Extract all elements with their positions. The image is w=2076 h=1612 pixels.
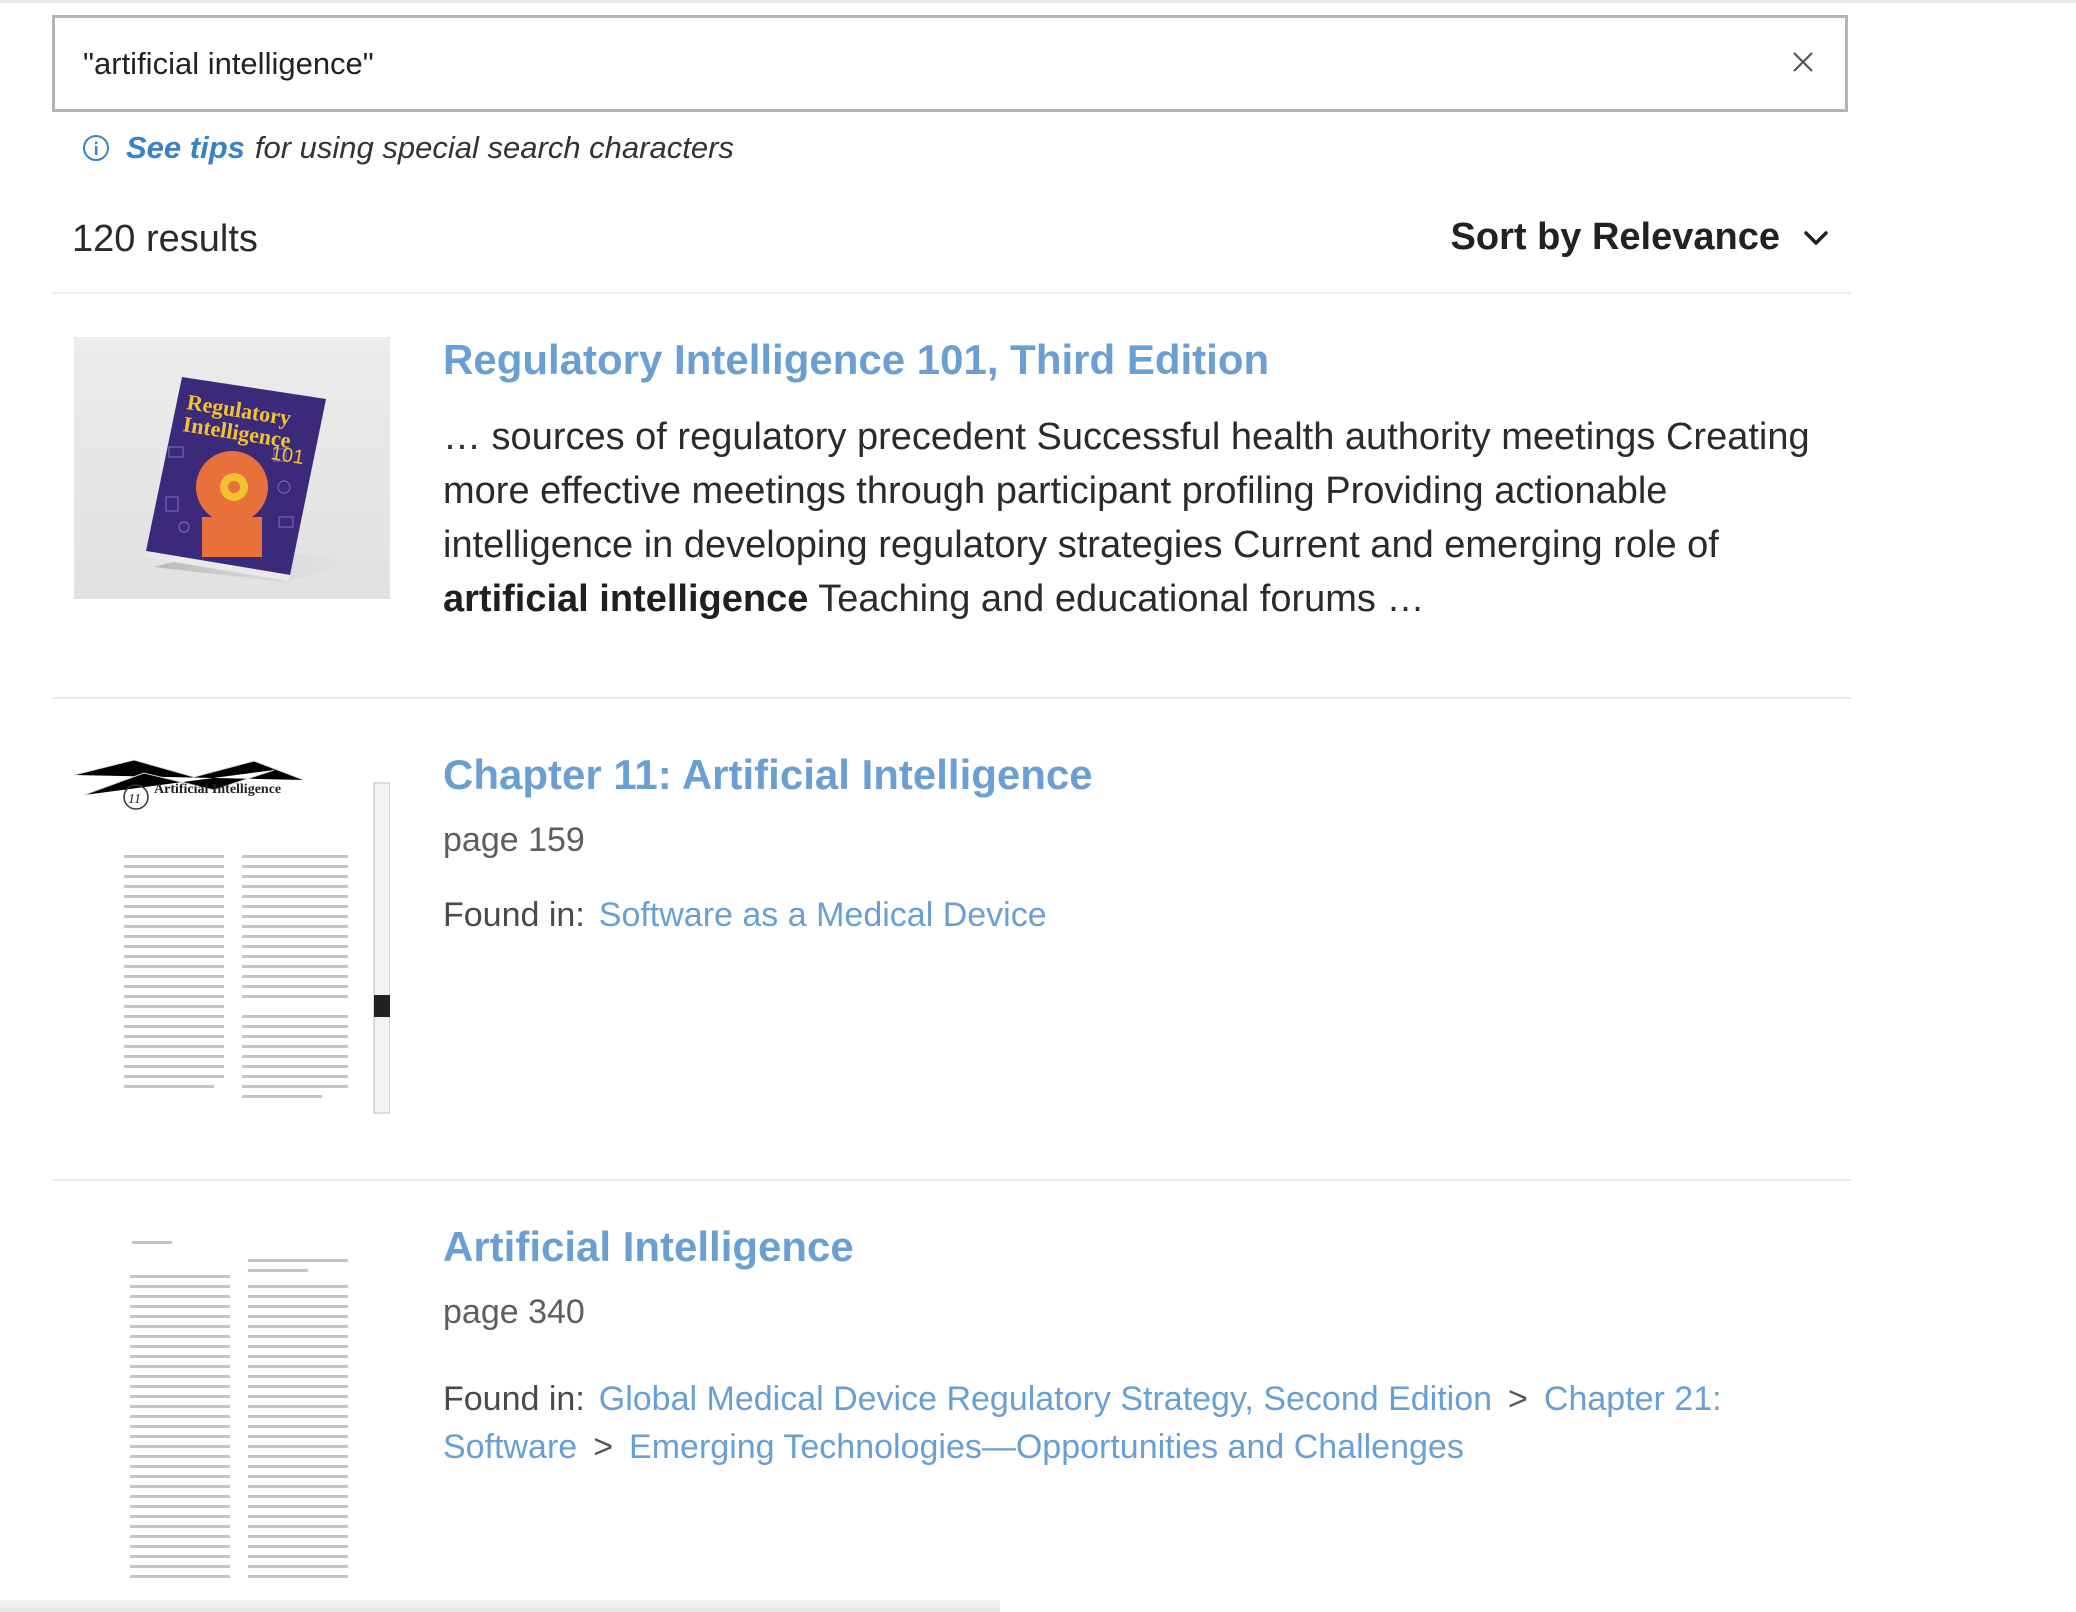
chapter-page-graphic: 11 Artificial Intelligence [74,759,390,1114]
snippet-text: … sources of regulatory precedent Succes… [443,416,1810,566]
snippet-highlight: artificial intelligence [443,578,809,620]
found-in-link[interactable]: Global Medical Device Regulatory Strateg… [599,1380,1492,1418]
search-input[interactable] [83,18,1743,109]
book-page-graphic [130,1241,348,1578]
result-thumbnail[interactable]: 11 Artificial Intelligence [74,755,390,1125]
chapter-page-image: 11 Artificial Intelligence [74,755,390,1125]
book-cover-image: Regulatory Intelligence 101 [74,337,390,599]
clear-search-button[interactable] [1781,40,1825,84]
found-in-link[interactable]: Emerging Technologies—Opportunities and … [629,1428,1464,1466]
search-box[interactable] [52,15,1848,112]
book-cover-graphic: Regulatory Intelligence 101 [144,377,364,582]
sort-dropdown[interactable]: Sort by Relevance [1451,216,1830,259]
search-tips: See tips for using special search charac… [82,126,734,170]
result-item: Regulatory Intelligence 101 Regulatory I… [52,292,1851,697]
found-in-label: Found in: [443,896,585,934]
result-title[interactable]: Chapter 11: Artificial Intelligence [443,751,1093,799]
result-page-number: page 159 [443,821,585,859]
book-page-image [74,1235,390,1595]
tips-text: for using special search characters [254,130,734,165]
close-icon [1793,52,1813,72]
result-title[interactable]: Artificial Intelligence [443,1223,854,1271]
snippet-text: Teaching and educational forums … [808,578,1425,620]
result-snippet: … sources of regulatory precedent Succes… [443,410,1843,626]
breadcrumb-separator: > [593,1428,614,1466]
results-count: 120 results [72,218,258,260]
found-in-breadcrumb: Found in: Global Medical Device Regulator… [443,1375,1843,1471]
result-thumbnail[interactable]: Regulatory Intelligence 101 [74,337,390,599]
see-tips-link[interactable]: See tips [126,130,245,166]
horizontal-scrollbar[interactable] [0,1600,1000,1612]
top-edge [0,0,2076,3]
found-in-link[interactable]: Software as a Medical Device [599,896,1047,934]
result-thumbnail[interactable] [74,1235,390,1595]
result-title[interactable]: Regulatory Intelligence 101, Third Editi… [443,336,1269,384]
thumb-chapter-number: 11 [128,792,141,807]
info-icon [83,135,109,161]
result-page-number: page 340 [443,1293,585,1331]
found-in-breadcrumb: Found in: Software as a Medical Device [443,891,1843,939]
found-in-label: Found in: [443,1380,585,1418]
sort-label: Sort by Relevance [1450,216,1780,258]
result-item: 11 Artificial Intelligence Chapter 11: A… [52,697,1851,1179]
chevron-down-icon [1804,230,1828,245]
result-item: Artificial Intelligence page 340 Found i… [52,1179,1851,1612]
breadcrumb-separator: > [1508,1380,1528,1418]
thumb-heading: Artificial Intelligence [154,782,281,797]
